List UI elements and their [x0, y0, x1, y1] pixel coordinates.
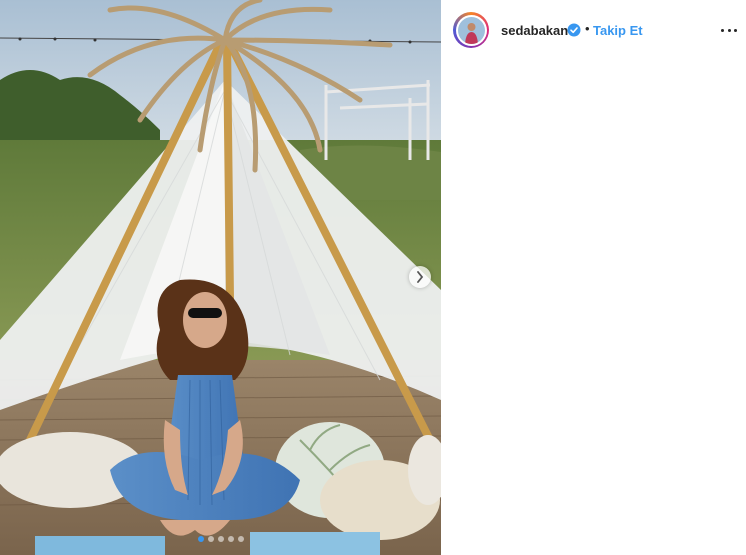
- separator-dot: •: [585, 21, 590, 36]
- username-link[interactable]: sedabakan: [501, 23, 568, 38]
- carousel-dot: [207, 536, 214, 542]
- carousel-dot: [237, 536, 244, 542]
- post-header: sedabakan • Takip Et: [441, 0, 746, 60]
- avatar[interactable]: [453, 12, 489, 48]
- post-side-panel: sedabakan • Takip Et: [441, 0, 746, 555]
- avatar-image: [457, 16, 485, 44]
- carousel-indicator: [0, 536, 441, 542]
- carousel-dot: [197, 536, 204, 542]
- more-options-icon[interactable]: [721, 25, 737, 35]
- follow-button[interactable]: Takip Et: [593, 23, 643, 38]
- chevron-right-icon: [417, 271, 424, 283]
- next-slide-button[interactable]: [409, 266, 431, 288]
- beach-teepee-photo: [0, 0, 441, 555]
- post-photo[interactable]: [0, 0, 441, 555]
- carousel-dot: [227, 536, 234, 542]
- verified-badge-icon: [567, 23, 581, 37]
- carousel-dot: [217, 536, 224, 542]
